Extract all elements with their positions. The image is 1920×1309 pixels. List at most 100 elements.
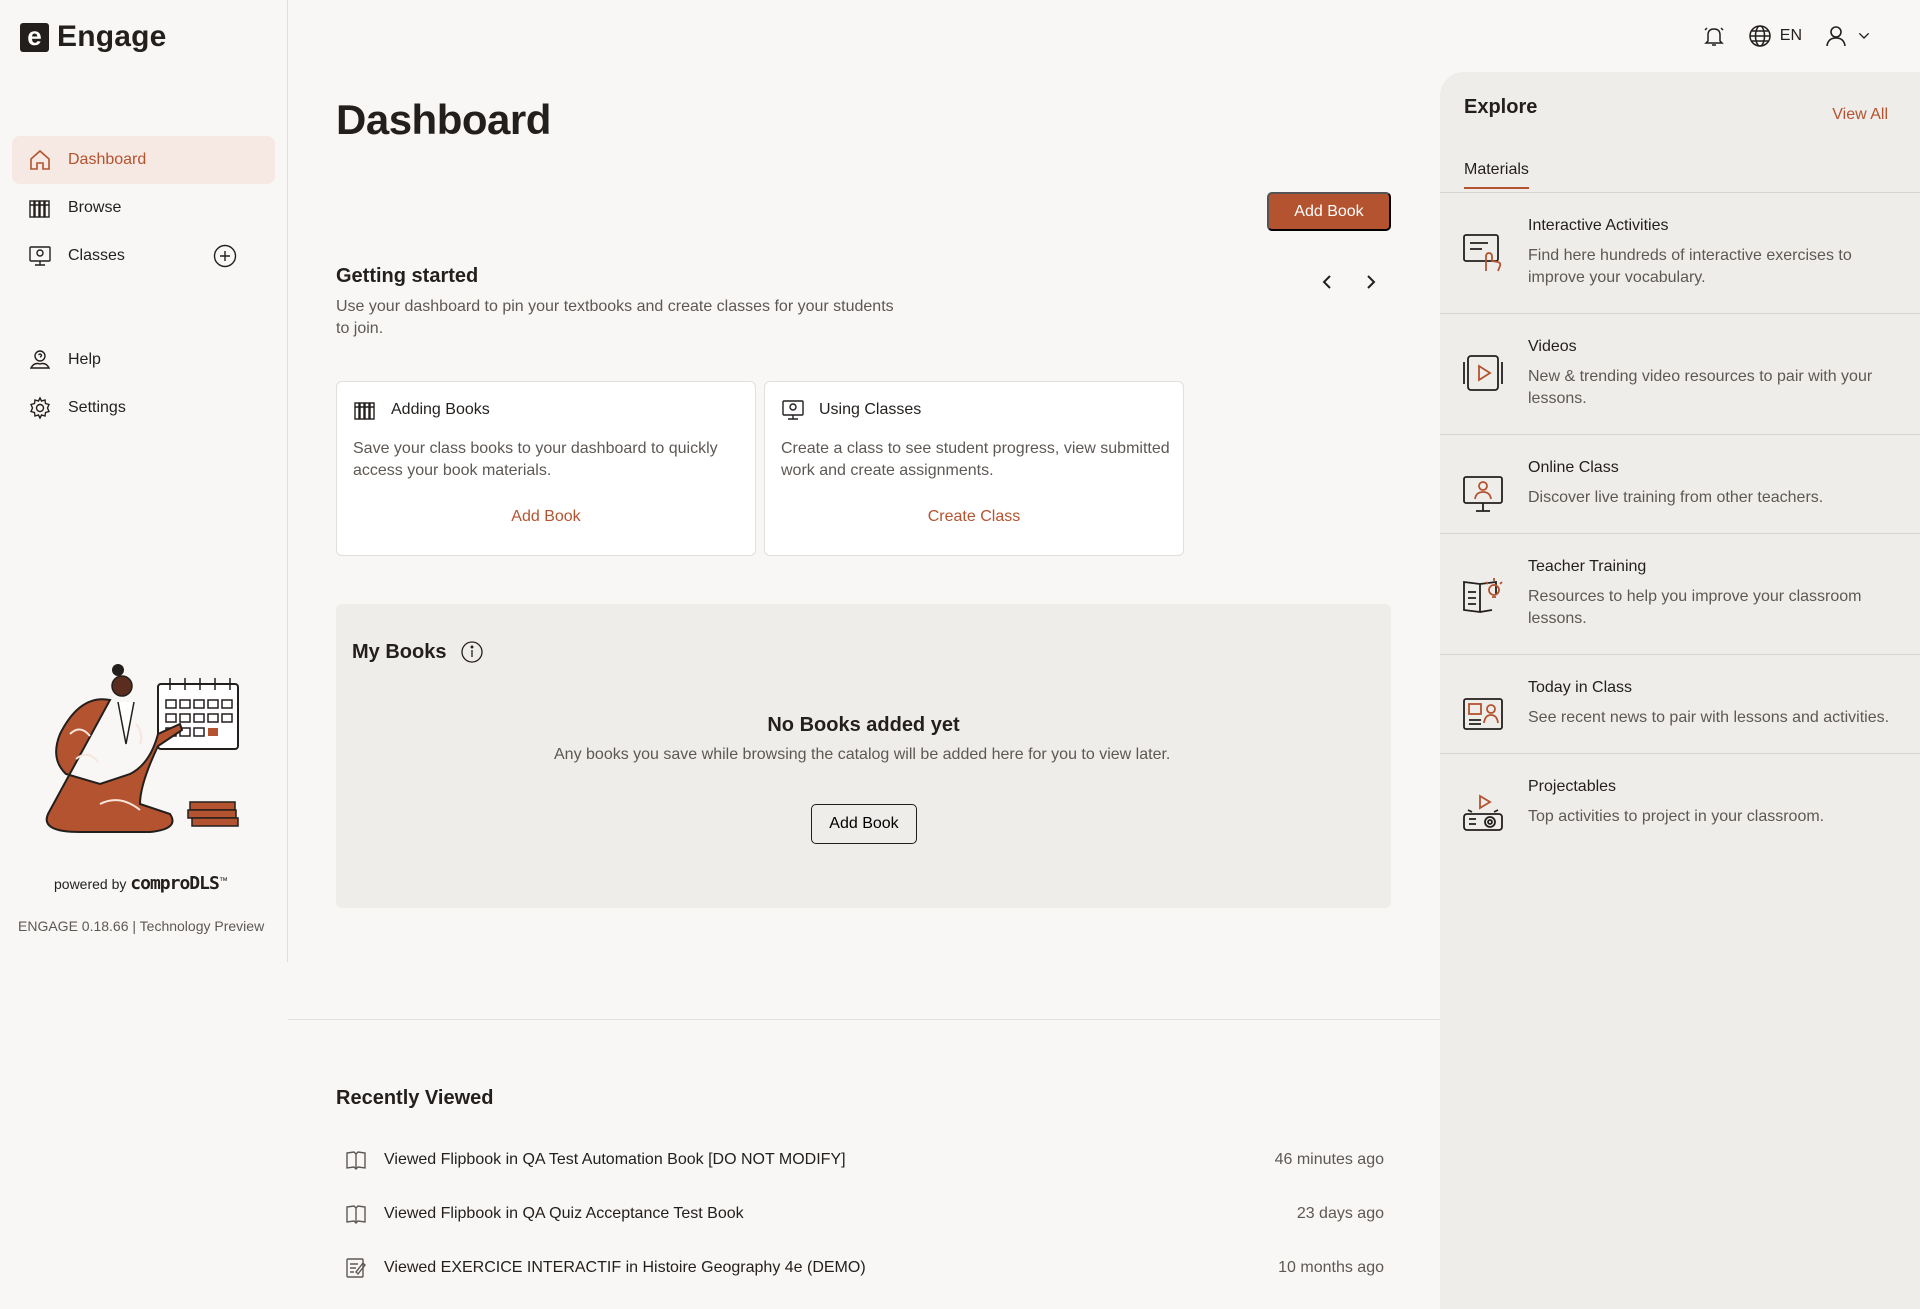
- explore-item-desc: Resources to help you improve your class…: [1528, 588, 1862, 627]
- empty-state-text: Any books you save while browsing the ca…: [554, 746, 1171, 763]
- chevron-right-icon[interactable]: [1360, 272, 1380, 292]
- explore-item-online-class[interactable]: Online Class Discover live training from…: [1440, 435, 1920, 534]
- card-body: Save your class books to your dashboard …: [353, 440, 718, 479]
- explore-item-desc: Discover live training from other teache…: [1528, 489, 1824, 506]
- chevron-down-icon: [1858, 32, 1870, 39]
- user-menu[interactable]: [1824, 24, 1872, 48]
- powered-brand: comproDLS: [130, 873, 220, 894]
- card-title: Adding Books: [391, 401, 490, 418]
- recently-viewed-list: Viewed Flipbook in QA Test Automation Bo…: [344, 1133, 1384, 1295]
- explore-item-teacher-training[interactable]: Teacher Training Resources to help you i…: [1440, 534, 1920, 655]
- sidebar-item-label: Dashboard: [68, 151, 147, 168]
- teacher-training-icon: [1463, 578, 1503, 614]
- user-icon: [1826, 26, 1846, 47]
- explore-item-name: Interactive Activities: [1528, 217, 1669, 234]
- recently-viewed-item[interactable]: Viewed Flipbook in QA Test Automation Bo…: [344, 1133, 1384, 1187]
- books-icon: [354, 402, 375, 420]
- using-classes-card: Using Classes Create a class to see stud…: [764, 381, 1184, 556]
- powered-by: powered by comproDLS™: [54, 873, 228, 894]
- tab-materials[interactable]: Materials: [1464, 161, 1529, 189]
- sidebar: e Engage Dashboard Browse Classes Help S…: [0, 0, 288, 962]
- sidebar-item-label: Browse: [68, 199, 122, 216]
- language-label: EN: [1779, 27, 1802, 44]
- video-icon: [1463, 355, 1503, 391]
- explore-item-desc: Top activities to project in your classr…: [1528, 808, 1825, 825]
- explore-item-desc: See recent news to pair with lessons and…: [1528, 709, 1890, 726]
- add-book-button[interactable]: Add Book: [1267, 192, 1391, 231]
- rv-time: 46 minutes ago: [1274, 1151, 1384, 1168]
- chevron-left-icon[interactable]: [1318, 272, 1338, 292]
- app-logo[interactable]: e Engage: [20, 20, 167, 54]
- adding-books-card: Adding Books Save your class books to yo…: [336, 381, 756, 556]
- card-body: Create a class to see student progress, …: [781, 440, 1170, 479]
- powered-prefix: powered by: [54, 876, 127, 892]
- carousel-controls: [1318, 272, 1380, 292]
- rv-prep: in: [625, 1259, 639, 1276]
- top-bar: EN: [1702, 24, 1872, 48]
- rv-item-name: Flipbook: [440, 1205, 502, 1222]
- card-create-class-link[interactable]: Create Class: [765, 508, 1183, 526]
- explore-item-name: Online Class: [1528, 459, 1619, 476]
- globe-icon: [1749, 25, 1771, 47]
- explore-item-name: Projectables: [1528, 778, 1617, 795]
- explore-item-interactive-activities[interactable]: Interactive Activities Find here hundred…: [1440, 193, 1920, 314]
- book-open-icon: [346, 1205, 366, 1224]
- rv-prep: in: [505, 1151, 519, 1168]
- online-class-icon: [1463, 476, 1503, 512]
- language-selector[interactable]: EN: [1748, 24, 1802, 48]
- app-name: Engage: [57, 20, 167, 53]
- version-text: ENGAGE 0.18.66 | Technology Preview: [18, 918, 265, 934]
- explore-item-videos[interactable]: Videos New & trending video resources to…: [1440, 314, 1920, 435]
- card-header: Adding Books: [353, 398, 490, 422]
- class-icon: [29, 246, 51, 266]
- my-books-add-book-button[interactable]: Add Book: [811, 804, 917, 844]
- rv-time: 10 months ago: [1278, 1259, 1384, 1276]
- logo-mark: e: [20, 22, 49, 52]
- interactive-activities-icon: [1463, 234, 1502, 272]
- explore-item-projectables[interactable]: Projectables Top activities to project i…: [1440, 754, 1920, 852]
- rv-item-name: Flipbook: [440, 1151, 502, 1168]
- rv-verb: Viewed: [384, 1205, 437, 1222]
- explore-panel: Explore View All Materials Interactive A…: [1440, 72, 1920, 1309]
- explore-item-name: Today in Class: [1528, 679, 1633, 696]
- main-content: Dashboard Add Book Getting started Use y…: [288, 0, 1440, 1309]
- sidebar-item-label: Classes: [68, 247, 125, 264]
- bell-icon[interactable]: [1702, 24, 1726, 48]
- my-books-header: My Books: [352, 640, 484, 664]
- explore-title: Explore: [1464, 96, 1538, 118]
- sidebar-item-dashboard[interactable]: Dashboard: [12, 136, 275, 184]
- card-title: Using Classes: [819, 401, 922, 418]
- rv-prep: in: [505, 1205, 519, 1222]
- rv-book-name: Histoire Geography 4e (DEMO): [642, 1259, 866, 1276]
- books-icon: [29, 200, 50, 218]
- sidebar-item-classes[interactable]: Classes: [12, 232, 275, 280]
- explore-item-name: Teacher Training: [1528, 558, 1647, 575]
- info-icon[interactable]: [460, 640, 484, 664]
- getting-started-title: Getting started: [336, 265, 479, 287]
- news-icon: [1463, 698, 1503, 730]
- gear-icon: [30, 396, 50, 420]
- add-class-icon[interactable]: [213, 244, 237, 268]
- section-divider: [288, 1019, 1440, 1020]
- view-all-link[interactable]: View All: [1832, 106, 1888, 124]
- sidebar-item-settings[interactable]: Settings: [12, 384, 275, 432]
- explore-item-desc: New & trending video resources to pair w…: [1528, 368, 1873, 407]
- recently-viewed-item[interactable]: Viewed EXERCICE INTERACTIF in Histoire G…: [344, 1241, 1384, 1295]
- page-title: Dashboard: [336, 96, 551, 143]
- explore-item-name: Videos: [1528, 338, 1577, 355]
- recently-viewed-title: Recently Viewed: [336, 1087, 494, 1109]
- home-icon: [30, 149, 50, 170]
- explore-item-today-in-class[interactable]: Today in Class See recent news to pair w…: [1440, 655, 1920, 754]
- projector-icon: [1463, 794, 1503, 831]
- sidebar-item-help[interactable]: Help: [12, 336, 275, 384]
- card-add-book-link[interactable]: Add Book: [337, 508, 755, 526]
- teacher-illustration: [45, 664, 239, 833]
- sidebar-nav: Dashboard Browse Classes Help Settings: [12, 136, 275, 432]
- rv-item-name: EXERCICE INTERACTIF: [440, 1259, 622, 1276]
- sidebar-item-browse[interactable]: Browse: [12, 184, 275, 232]
- powered-tm: ™: [218, 875, 228, 886]
- recently-viewed-item[interactable]: Viewed Flipbook in QA Quiz Acceptance Te…: [344, 1187, 1384, 1241]
- my-books-title: My Books: [352, 640, 447, 663]
- card-header: Using Classes: [781, 398, 921, 422]
